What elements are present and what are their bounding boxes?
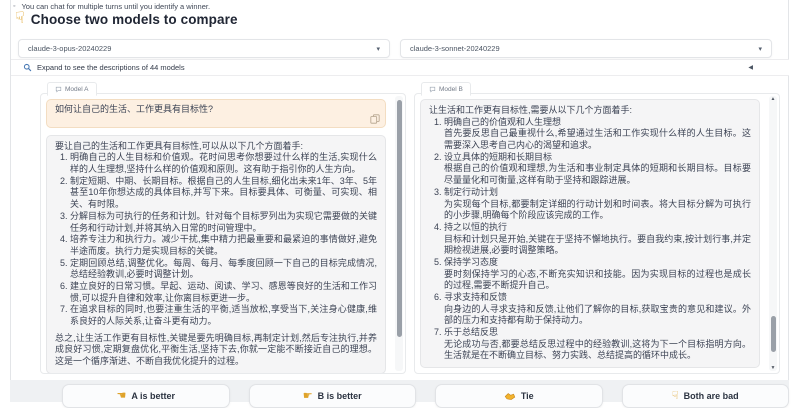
search-icon [23, 63, 32, 72]
accordion-label: Expand to see the descriptions of 44 mod… [37, 63, 185, 72]
tie-button[interactable]: Tie [435, 384, 603, 408]
model-a-dropdown[interactable]: claude-3-opus-20240229 ▾ [18, 39, 390, 58]
list-item: 在追求目标的同时,也要注重生活的平衡,适当放松,享受当下,关注身心健康,维系良好… [70, 304, 377, 327]
list-item: 设立具体的短期和长期目标根据自己的价值观和理想,为生活和事业制定具体的短期和长期… [444, 152, 751, 187]
list-item-title: 寻求支持和反馈 [444, 292, 751, 304]
model-b-dropdown[interactable]: claude-3-sonnet-20240229 ▾ [400, 39, 772, 58]
vote-button-label: Both are bad [684, 391, 739, 401]
scroll-down-icon[interactable]: ▼ [769, 365, 777, 371]
vote-button-label: Tie [521, 391, 534, 401]
point-left-icon: ☚ [116, 391, 126, 402]
scrollbar-thumb[interactable] [397, 100, 402, 337]
list-item: 制定行动计划为实现每个目标,都要制定详细的行动计划和时间表。将大目标分解为可执行… [444, 187, 751, 222]
vote-button-row: ☚ A is better ☛ B is better Tie ☟ Both are bad [62, 384, 789, 408]
tab-model-b: Model B [421, 82, 471, 96]
scroll-up-icon[interactable]: ▲ [769, 96, 777, 102]
thumbs-down-icon: ☟ [672, 391, 679, 402]
model-a-response-intro: 要让自己的生活和工作更具有目标性,可以从以下几个方面着手: [55, 141, 377, 153]
list-item: 制定短期、中期、长期目标。根据自己的人生目标,细化出未来1年、3年、5年甚至10… [70, 176, 377, 211]
model-b-response-intro: 让生活和工作更有目标性,需要从以下几个方面着手: [429, 105, 751, 117]
list-item-body: 无论成功与否,都要总结反思过程中的经验教训,这将为下一个目标指明方向。生活就是在… [444, 339, 751, 362]
list-item: 乐于总结反思无论成功与否,都要总结反思过程中的经验教训,这将为下一个目标指明方向… [444, 327, 751, 362]
page-title: Choose two models to compare [31, 12, 238, 27]
chat-icon [55, 86, 62, 93]
list-item: 明确自己的价值观和人生理想首先要反思自己最重视什么,希望通过生活和工作实现什么样… [444, 117, 751, 152]
vote-button-label: B is better [318, 391, 362, 401]
both-are-bad-button[interactable]: ☟ Both are bad [622, 384, 790, 408]
scrollbar-thumb[interactable] [771, 316, 776, 352]
list-item-body: 要时刻保持学习的心态,不断充实知识和技能。因为实现目标的过程也是成长的过程,需要… [444, 269, 751, 292]
point-down-icon: ☟ [15, 11, 25, 27]
list-item-title: 明确自己的价值观和人生理想 [444, 117, 751, 129]
a-is-better-button[interactable]: ☚ A is better [62, 384, 230, 408]
chevron-left-icon[interactable]: ◀ [748, 64, 753, 71]
list-item-body: 向身边的人寻求支持和反馈,让他们了解你的目标,获取宝贵的意见和建议。外部的压力和… [444, 304, 751, 327]
scrollbar[interactable] [395, 96, 403, 371]
list-item: 持之以恒的执行目标和计划只是开始,关键在于坚持不懈地执行。要自我约束,按计划行事… [444, 222, 751, 257]
list-item: 保持学习态度要时刻保持学习的心态,不断充实知识和技能。因为实现目标的过程也是成长… [444, 257, 751, 292]
tab-model-b-label: Model B [439, 86, 463, 93]
list-item-body: 为实现每个目标,都要制定详细的行动计划和时间表。将大目标分解为可执行的小步骤,明… [444, 199, 751, 222]
point-right-icon: ☛ [303, 391, 313, 402]
chatbot-panel-b: 让生活和工作更有目标性,需要从以下几个方面着手: 明确自己的价值观和人生理想首先… [414, 93, 780, 374]
model-a-list: 明确自己的人生目标和价值观。花时间思考你想要过什么样的生活,实现什么样的人生理想… [55, 152, 377, 327]
user-message-bubble: 如何让自己的生活、工作更具有目标性? [46, 99, 386, 128]
list-item-title: 乐于总结反思 [444, 327, 751, 339]
model-a-response-outro: 总之,让生活工作更有目标性,关键是要先明确目标,再制定计划,然后专注执行,并养成… [55, 333, 377, 368]
list-item-body: 目标和计划只是开始,关键在于坚持不懈地执行。要自我约束,按计划行事,并定期检视进… [444, 234, 751, 257]
b-is-better-button[interactable]: ☛ B is better [249, 384, 417, 408]
tab-model-a-label: Model A [65, 86, 89, 93]
list-item-body: 首先要反思自己最重视什么,希望通过生活和工作实现什么样的人生目标。这需要深入思考… [444, 128, 751, 151]
instructions-note: ◦ You can chat for multiple turns until … [13, 2, 210, 11]
chevron-down-icon[interactable]: ▾ [758, 45, 762, 53]
list-item: 培养专注力和执行力。减少干扰,集中精力把最重要和最紧迫的事情做好,避免半途而废。… [70, 234, 377, 257]
model-b-list: 明确自己的价值观和人生理想首先要反思自己最重视什么,希望通过生活和工作实现什么样… [429, 117, 751, 362]
scrollbar[interactable]: ▲ ▼ [769, 96, 777, 371]
model-b-dropdown-value: claude-3-sonnet-20240229 [410, 44, 500, 53]
list-item-title: 制定行动计划 [444, 187, 751, 199]
model-a-response-bubble: 要让自己的生活和工作更具有目标性,可以从以下几个方面着手: 明确自己的人生目标和… [46, 135, 386, 374]
list-item: 分解目标为可执行的任务和计划。针对每个目标罗列出为实现它需要做的关键任务和行动计… [70, 211, 377, 234]
model-descriptions-accordion[interactable]: Expand to see the descriptions of 44 mod… [11, 59, 789, 76]
user-message-text: 如何让自己的生活、工作更具有目标性? [55, 104, 213, 114]
note-text: You can chat for multiple turns until yo… [21, 2, 210, 11]
model-select-row: claude-3-opus-20240229 ▾ claude-3-sonnet… [18, 39, 772, 58]
list-item-title: 持之以恒的执行 [444, 222, 751, 234]
list-item-title: 设立具体的短期和长期目标 [444, 152, 751, 164]
list-item: 寻求支持和反馈向身边的人寻求支持和反馈,让他们了解你的目标,获取宝贵的意见和建议… [444, 292, 751, 327]
vote-button-label: A is better [131, 391, 175, 401]
chat-icon [429, 86, 436, 93]
list-item: 明确自己的人生目标和价值观。花时间思考你想要过什么样的生活,实现什么样的人生理想… [70, 152, 377, 175]
list-item-body: 根据自己的价值观和理想,为生活和事业制定具体的短期和长期目标。目标要尽量量化和可… [444, 163, 751, 186]
copy-icon[interactable] [370, 114, 380, 124]
tab-model-a: Model A [47, 82, 97, 96]
chatbot-panel-a: 如何让自己的生活、工作更具有目标性? 要让自己的生活和工作更具有目标性,可以从以… [40, 93, 406, 374]
model-a-dropdown-value: claude-3-opus-20240229 [28, 44, 111, 53]
list-item: 定期回顾总结,调整优化。每周、每月、每季度回顾一下自己的目标完成情况,总结经验教… [70, 258, 377, 281]
handshake-icon [504, 392, 516, 401]
model-b-response-bubble: 让生活和工作更有目标性,需要从以下几个方面着手: 明确自己的价值观和人生理想首先… [420, 99, 760, 368]
list-item-title: 保持学习态度 [444, 257, 751, 269]
chevron-down-icon[interactable]: ▾ [376, 45, 380, 53]
list-item: 建立良好的日常习惯。早起、运动、阅读、学习、感恩等良好的生活和工作习惯,可以提升… [70, 281, 377, 304]
page-header: ☟ Choose two models to compare [15, 11, 238, 27]
